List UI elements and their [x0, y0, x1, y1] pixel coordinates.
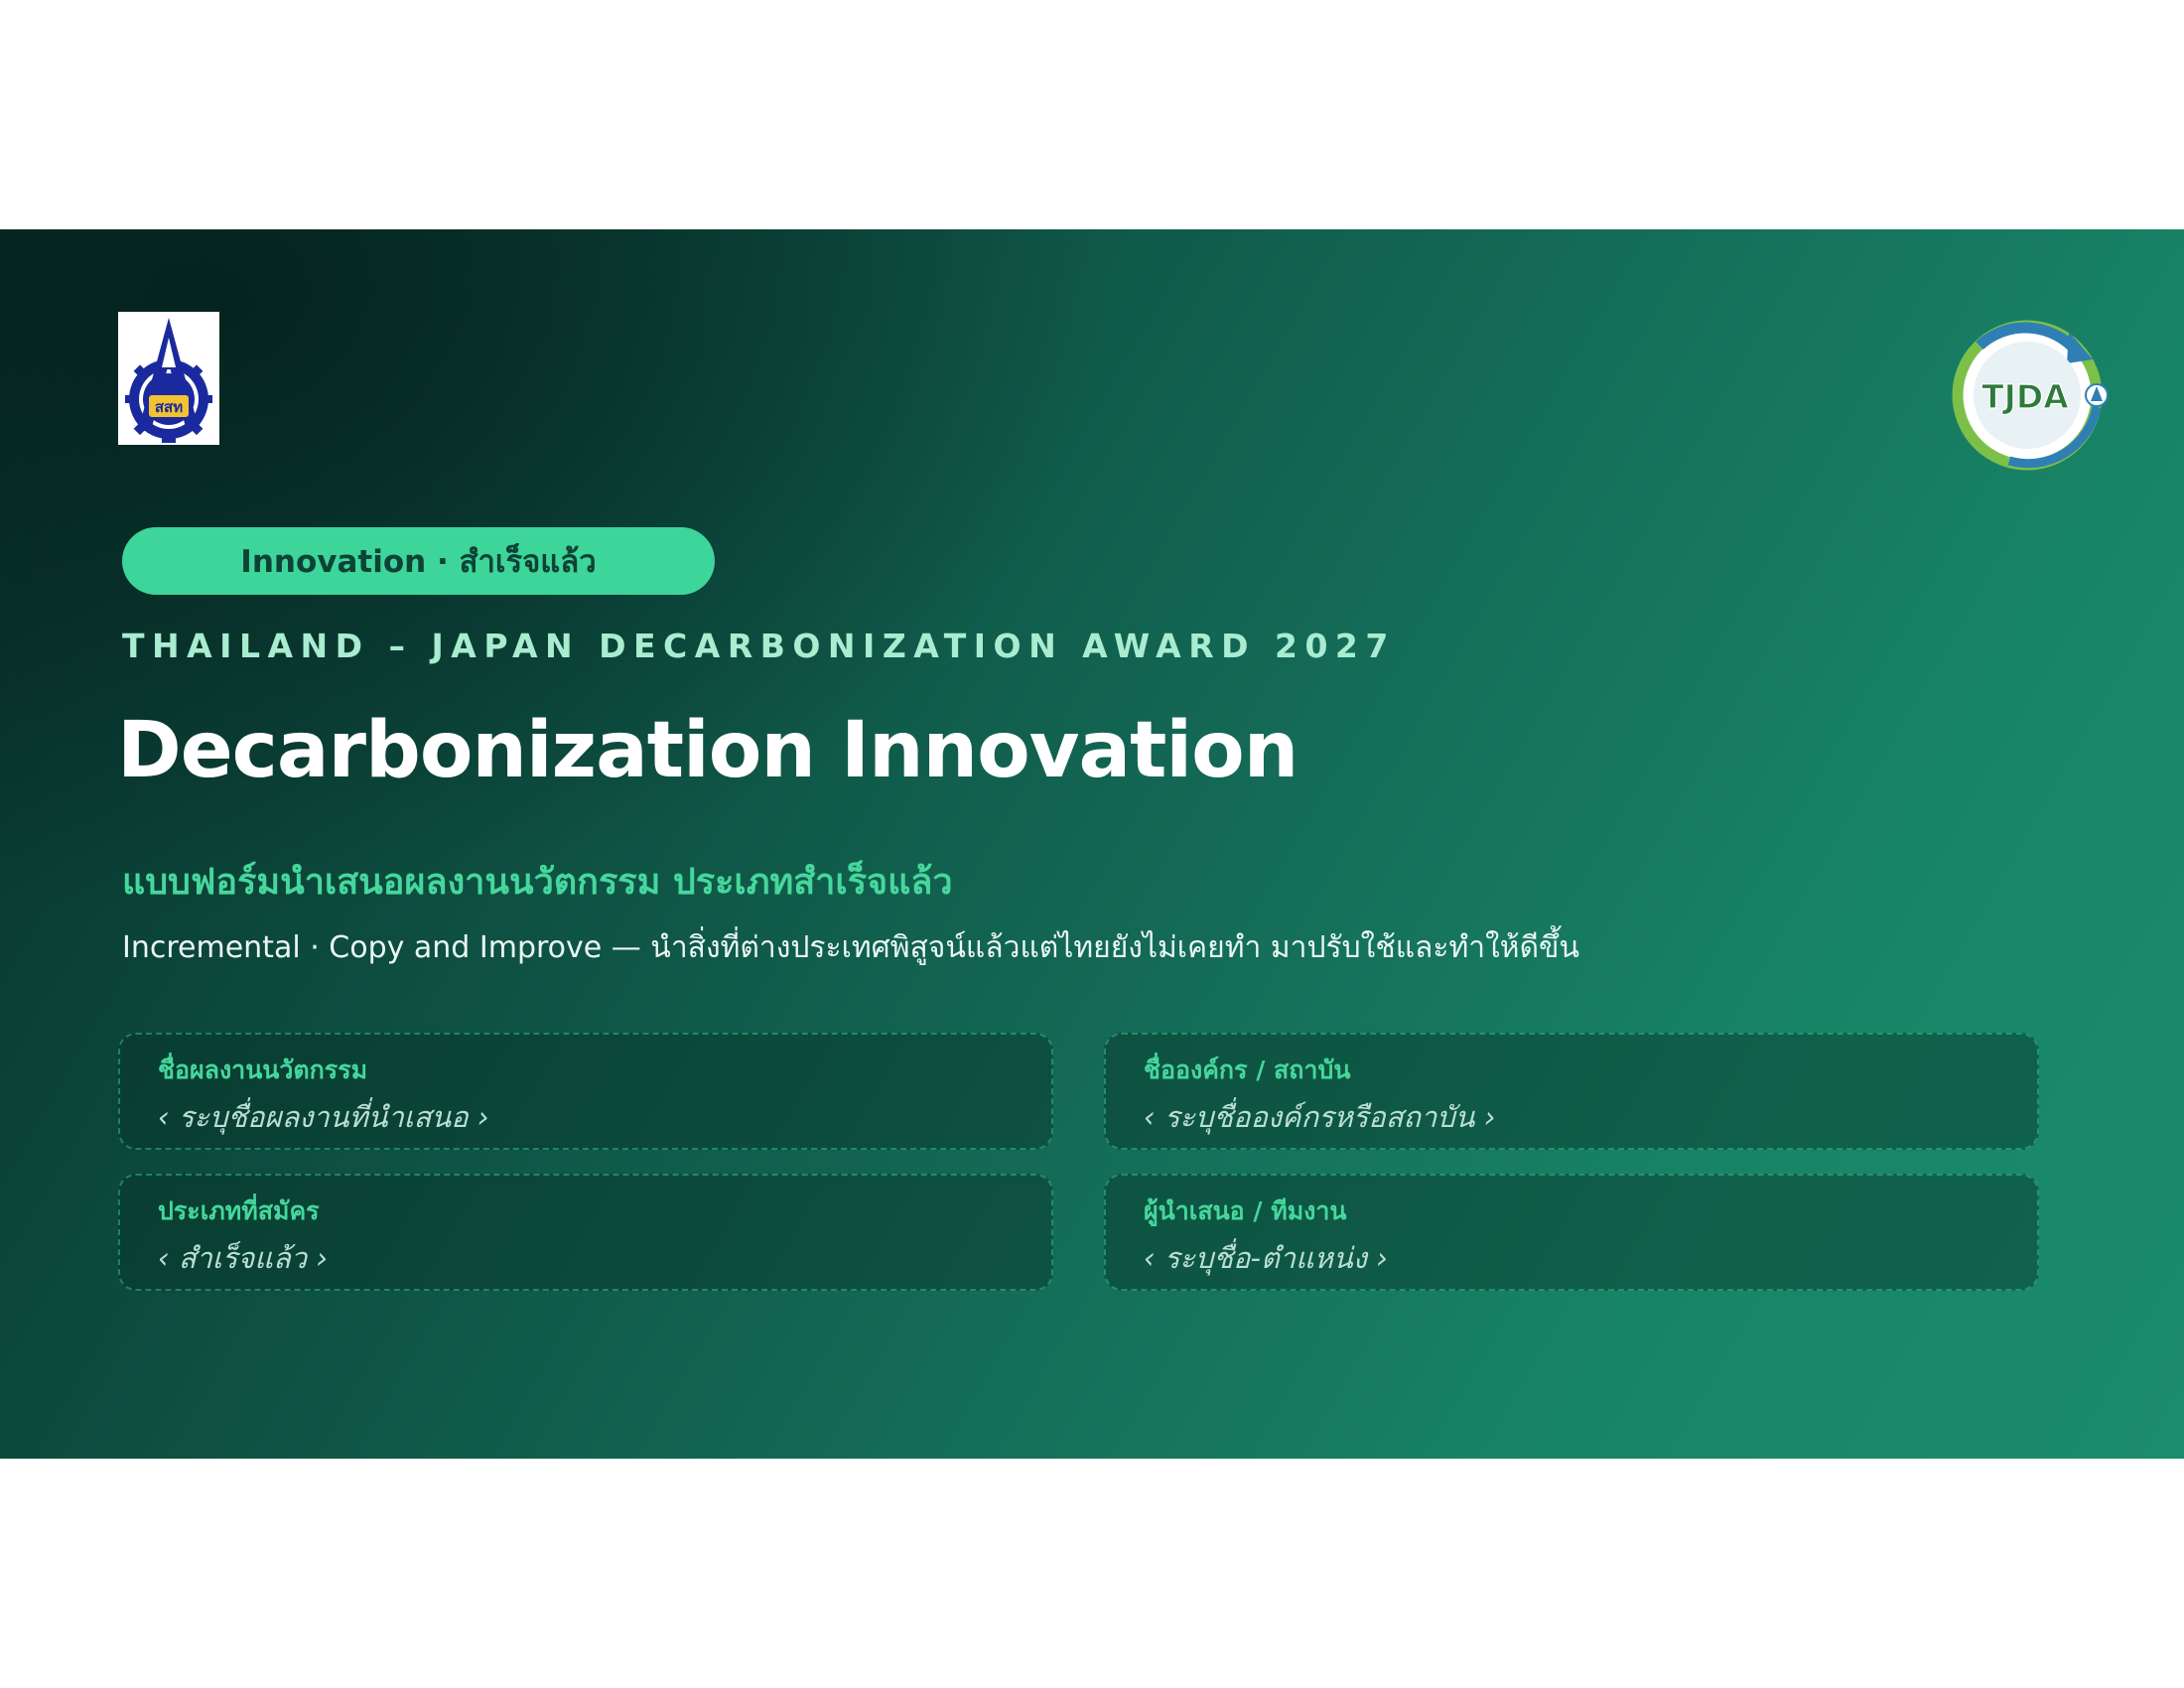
field-placeholder: ‹ ระบุชื่อ-ตำแหน่ง ›: [1144, 1241, 1388, 1275]
innovation-name-field[interactable]: ชื่อผลงานนวัตกรรม ‹ ระบุชื่อผลงานที่นำเส…: [118, 1033, 1053, 1150]
page-title: Decarbonization Innovation: [117, 706, 1298, 795]
page: สสท TJDA Innovation · สำเร็จแล้ว THAILAN…: [0, 0, 2184, 1688]
field-placeholder: ‹ สำเร็จแล้ว ›: [158, 1241, 328, 1275]
tpa-logo-icon: สสท: [118, 312, 219, 445]
field-label: ประเภทที่สมัคร: [158, 1196, 320, 1225]
cover-slide: สสท TJDA Innovation · สำเร็จแล้ว THAILAN…: [0, 229, 2184, 1459]
award-title: THAILAND – JAPAN DECARBONIZATION AWARD 2…: [122, 627, 1396, 665]
tjda-logo-text: TJDA: [1981, 377, 2069, 416]
innovation-description: Incremental · Copy and Improve — นำสิ่งท…: [122, 930, 1580, 965]
field-label: ผู้นำเสนอ / ทีมงาน: [1144, 1196, 1347, 1225]
form-subtitle: แบบฟอร์มนำเสนอผลงานนวัตกรรม ประเภทสำเร็จ…: [122, 862, 953, 903]
category-badge: Innovation · สำเร็จแล้ว: [122, 527, 715, 595]
field-label: ชื่อองค์กร / สถาบัน: [1144, 1055, 1351, 1084]
organization-field[interactable]: ชื่อองค์กร / สถาบัน ‹ ระบุชื่อองค์กรหรือ…: [1104, 1033, 2039, 1150]
application-type-field[interactable]: ประเภทที่สมัคร ‹ สำเร็จแล้ว ›: [118, 1174, 1053, 1291]
field-placeholder: ‹ ระบุชื่อองค์กรหรือสถาบัน ›: [1144, 1100, 1496, 1134]
field-label: ชื่อผลงานนวัตกรรม: [158, 1055, 368, 1084]
tpa-logo-text: สสท: [155, 398, 183, 416]
presenter-team-field[interactable]: ผู้นำเสนอ / ทีมงาน ‹ ระบุชื่อ-ตำแหน่ง ›: [1104, 1174, 2039, 1291]
tjda-logo-icon: TJDA: [1950, 316, 2111, 471]
field-placeholder: ‹ ระบุชื่อผลงานที่นำเสนอ ›: [158, 1100, 489, 1134]
